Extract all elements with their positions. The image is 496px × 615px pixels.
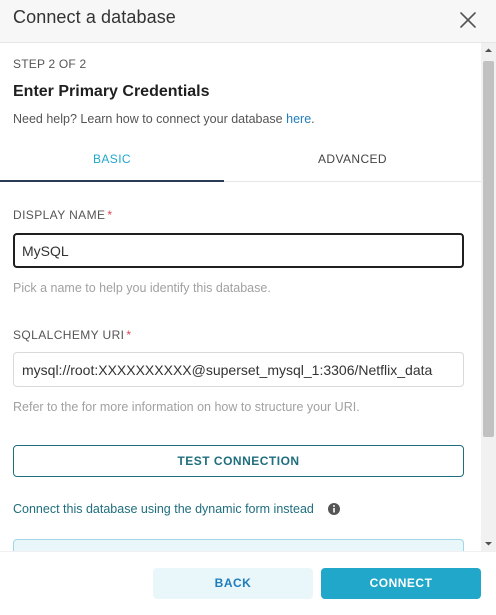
dynamic-form-link[interactable]: Connect this database using the dynamic … bbox=[13, 502, 314, 516]
step-indicator: STEP 2 OF 2 bbox=[13, 57, 87, 71]
modal-header: Connect a database bbox=[0, 0, 496, 43]
help-link[interactable]: here bbox=[286, 112, 311, 126]
display-name-label-text: DISPLAY NAME bbox=[13, 208, 106, 222]
tab-bar: BASIC ADVANCED bbox=[0, 140, 481, 182]
modal-footer: BACK CONNECT bbox=[0, 551, 496, 615]
tab-advanced[interactable]: ADVANCED bbox=[224, 140, 481, 182]
sqlalchemy-uri-label: SQLALCHEMY URI * bbox=[13, 328, 132, 342]
scroll-down-arrow-icon[interactable] bbox=[481, 536, 496, 551]
connect-button[interactable]: CONNECT bbox=[321, 568, 481, 599]
scrollbar[interactable] bbox=[481, 43, 496, 551]
sqlalchemy-uri-input[interactable] bbox=[13, 352, 464, 387]
modal-title: Connect a database bbox=[13, 7, 176, 27]
tab-basic[interactable]: BASIC bbox=[0, 140, 224, 182]
display-name-hint: Pick a name to help you identify this da… bbox=[13, 281, 271, 295]
connect-database-modal: Connect a database STEP 2 OF 2 Enter Pri… bbox=[0, 0, 496, 615]
close-button[interactable] bbox=[456, 8, 480, 32]
help-text: Need help? Learn how to connect your dat… bbox=[13, 112, 315, 126]
close-icon bbox=[460, 12, 476, 28]
required-mark: * bbox=[107, 208, 113, 222]
scrollbar-thumb[interactable] bbox=[483, 61, 494, 437]
test-connection-button[interactable]: TEST CONNECTION bbox=[13, 445, 464, 477]
section-title: Enter Primary Credentials bbox=[13, 83, 210, 100]
sqlalchemy-uri-label-text: SQLALCHEMY URI bbox=[13, 328, 125, 342]
sqlalchemy-uri-hint: Refer to the for more information on how… bbox=[13, 400, 360, 414]
required-mark: * bbox=[126, 328, 132, 342]
help-text-suffix: . bbox=[311, 112, 315, 126]
scroll-up-arrow-icon[interactable] bbox=[481, 43, 496, 58]
help-text-body: Need help? Learn how to connect your dat… bbox=[13, 112, 283, 126]
info-icon[interactable] bbox=[327, 502, 341, 516]
display-name-input[interactable] bbox=[13, 233, 464, 268]
back-button[interactable]: BACK bbox=[153, 568, 313, 599]
info-alert bbox=[13, 539, 464, 551]
modal-body: STEP 2 OF 2 Enter Primary Credentials Ne… bbox=[0, 43, 481, 551]
display-name-label: DISPLAY NAME * bbox=[13, 208, 112, 222]
